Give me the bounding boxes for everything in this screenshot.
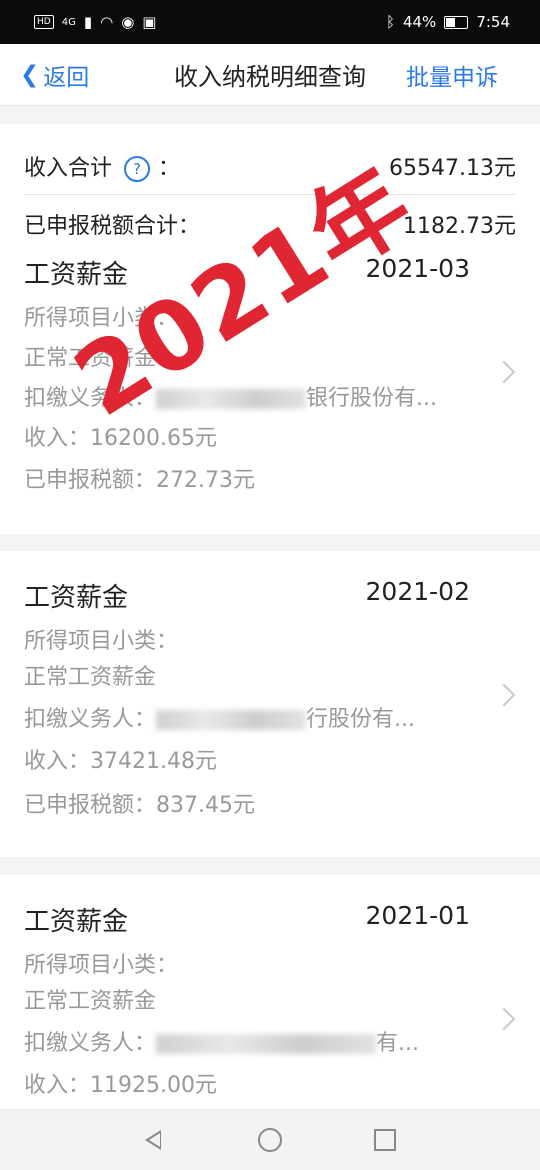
batch-appeal-button[interactable]: 批量申诉 <box>406 58 498 92</box>
blurred-text <box>156 1034 377 1054</box>
record-title: 工资薪金 <box>24 583 129 613</box>
blurred-text <box>156 710 307 730</box>
status-bar: HD 4G ▮ ◠ ◉ ▣ ᛒ 44% 7:54 <box>0 0 540 44</box>
withholder-label: 扣缴义务人： <box>24 1031 157 1056</box>
colon: ： <box>158 156 181 181</box>
withholder-row: 扣缴义务人： 行股份有... <box>24 701 415 733</box>
chevron-left-icon: ❮ <box>20 62 40 88</box>
subcategory-value: 正常工资薪金 <box>24 665 157 690</box>
signal-icon: ▮ <box>83 13 93 31</box>
back-label: 返回 <box>43 65 90 91</box>
subcategory-label: 所得项目小类： <box>24 629 179 654</box>
tax-total-label: 已申报税额合计： <box>24 214 201 239</box>
back-button[interactable]: ❮ 返回 <box>20 44 89 106</box>
withholder-row: 扣缴义务人： 有... <box>24 1025 419 1057</box>
income-total-row: 收入合计? ： 65547.13元 <box>24 146 516 186</box>
circle-home-icon[interactable] <box>258 1128 282 1152</box>
record-month: 2021-02 <box>365 577 470 606</box>
eye-icon: ◉ <box>121 13 135 31</box>
status-right: ᛒ 44% 7:54 <box>386 13 510 31</box>
wifi-icon: ◠ <box>100 13 114 31</box>
record-month: 2021-01 <box>365 901 470 930</box>
income-line: 收入：11925.00元 <box>24 1073 217 1098</box>
divider <box>24 194 516 195</box>
withholder-value: 行股份有... <box>306 707 415 732</box>
app-notification-icon: ▣ <box>142 13 157 31</box>
bluetooth-icon: ᛒ <box>385 13 395 31</box>
chevron-right-icon <box>492 360 516 384</box>
withholder-label: 扣缴义务人： <box>24 707 157 732</box>
record-card[interactable]: 工资薪金 2021-01 所得项目小类： 正常工资薪金 扣缴义务人： 有... 收… <box>0 875 540 1110</box>
income-total-label-group: 收入合计? ： <box>24 150 180 182</box>
income-line: 收入：37421.48元 <box>24 749 217 774</box>
square-recent-icon[interactable] <box>374 1129 396 1151</box>
subcategory-value: 正常工资薪金 <box>24 989 157 1014</box>
hd-badge: HD <box>34 15 54 29</box>
tax-line: 已申报税额：272.73元 <box>24 468 255 493</box>
record-card[interactable]: 工资薪金 2021-02 所得项目小类： 正常工资薪金 扣缴义务人： 行股份有..… <box>0 551 540 857</box>
nav-bar: ❮ 返回 收入纳税明细查询 批量申诉 <box>0 44 540 106</box>
income-total-label: 收入合计 <box>24 156 113 181</box>
record-title: 工资薪金 <box>24 907 129 937</box>
clock: 7:54 <box>476 13 510 31</box>
tax-line: 已申报税额：837.45元 <box>24 793 255 818</box>
signal-label: 4G <box>61 16 76 28</box>
income-total-value: 65547.13元 <box>389 156 516 181</box>
record-title: 工资薪金 <box>24 260 129 290</box>
battery-icon <box>444 15 469 29</box>
question-circle-icon[interactable]: ? <box>124 156 151 182</box>
battery-percent: 44% <box>402 13 437 31</box>
withholder-value: 有... <box>376 1031 419 1056</box>
withholder-value: 银行股份有... <box>306 386 437 411</box>
chevron-right-icon <box>492 683 516 707</box>
system-nav-bar <box>0 1109 540 1170</box>
status-left: HD 4G ▮ ◠ ◉ ▣ <box>34 13 156 31</box>
subcategory-label: 所得项目小类： <box>24 953 179 978</box>
triangle-back-icon-inner <box>149 1133 160 1147</box>
chevron-right-icon <box>492 1007 516 1031</box>
